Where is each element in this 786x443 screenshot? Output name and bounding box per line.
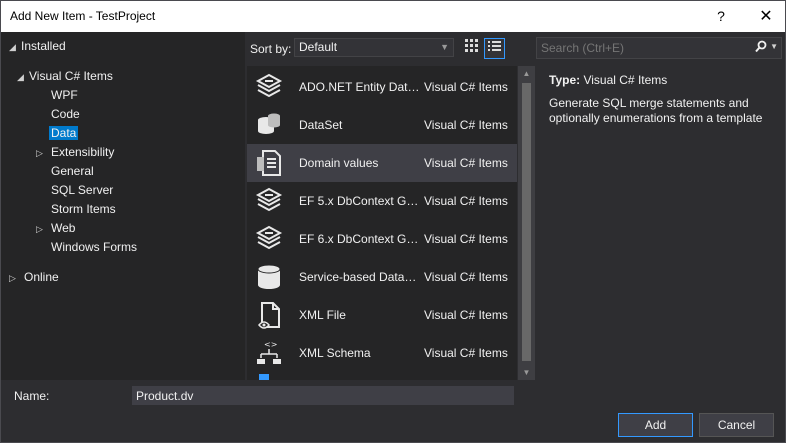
database-icon <box>257 264 281 289</box>
type-value: Visual C# Items <box>583 73 668 87</box>
tree-item-general[interactable]: General <box>51 162 94 181</box>
item-name: ADO.NET Entity Data Model <box>299 80 423 94</box>
item-name: Service-based Database <box>299 270 423 284</box>
search-box[interactable]: ▼ <box>536 37 782 59</box>
item-category: Visual C# Items <box>424 80 508 94</box>
entity-icon <box>255 73 283 98</box>
list-scrollbar[interactable]: ▲ ▼ <box>518 66 535 380</box>
help-button[interactable]: ? <box>701 1 741 32</box>
tree-item-wpf[interactable]: WPF <box>51 86 78 105</box>
item-category: Visual C# Items <box>424 308 508 322</box>
list-item[interactable]: <> XML Schema Visual C# Items <box>247 334 517 372</box>
search-icon[interactable] <box>755 40 767 56</box>
list-item[interactable]: Service-based Database Visual C# Items <box>247 258 517 296</box>
expanded-arrow-icon[interactable]: ◢ <box>9 38 21 57</box>
list-item[interactable]: DataSet Visual C# Items <box>247 106 517 144</box>
item-name: XML File <box>299 308 346 322</box>
item-category: Visual C# Items <box>424 270 508 284</box>
entity-icon <box>255 187 283 212</box>
partial-item-icon <box>259 374 269 380</box>
dataset-icon <box>258 113 280 134</box>
tree-item-sql-server[interactable]: SQL Server <box>51 181 113 200</box>
item-category: Visual C# Items <box>424 346 508 360</box>
add-button[interactable]: Add <box>618 413 693 437</box>
name-label: Name: <box>14 389 50 403</box>
scroll-down-icon[interactable]: ▼ <box>518 368 535 377</box>
title-bar: Add New Item - TestProject ? ✕ <box>1 1 785 32</box>
detail-description: Generate SQL merge statements and option… <box>549 96 763 125</box>
template-tree: ◢ Installed ◢ Visual C# Items WPF Code Dat… <box>1 32 245 380</box>
tree-item-storm-items[interactable]: Storm Items <box>51 200 116 219</box>
tree-item-online[interactable]: ▷ Online <box>9 268 59 287</box>
document-icon <box>257 150 281 176</box>
item-name: Domain values <box>299 156 379 170</box>
list-view-button[interactable] <box>484 38 505 59</box>
sort-by-label: Sort by: <box>250 42 292 56</box>
tree-item-visual-cs[interactable]: ◢ Visual C# Items <box>17 67 113 86</box>
scroll-up-icon[interactable]: ▲ <box>518 69 535 78</box>
tree-item-windows-forms[interactable]: Windows Forms <box>51 238 137 257</box>
list-item[interactable]: ADO.NET Entity Data Model Visual C# Item… <box>247 68 517 106</box>
item-name: XML Schema <box>299 346 371 360</box>
collapsed-arrow-icon[interactable]: ▷ <box>36 144 51 163</box>
type-label: Type: <box>549 73 581 87</box>
name-input[interactable] <box>132 386 514 405</box>
item-category: Visual C# Items <box>424 194 508 208</box>
tree-item-extensibility[interactable]: ▷ Extensibility <box>36 143 114 162</box>
entity-icon <box>255 225 283 250</box>
tree-item-installed[interactable]: ◢ Installed <box>9 37 66 56</box>
tree-item-code[interactable]: Code <box>51 105 80 124</box>
item-name: EF 5.x DbContext Generator <box>299 194 423 208</box>
chevron-down-icon: ▼ <box>440 42 449 52</box>
item-category: Visual C# Items <box>424 232 508 246</box>
collapsed-arrow-icon[interactable]: ▷ <box>9 269 24 288</box>
search-input[interactable] <box>537 38 747 58</box>
window-title: Add New Item - TestProject <box>10 9 156 23</box>
svg-text:<>: <> <box>264 340 277 349</box>
xml-file-icon <box>258 302 280 329</box>
item-name: EF 6.x DbContext Generator <box>299 232 423 246</box>
item-name: DataSet <box>299 118 343 132</box>
scrollbar-thumb[interactable] <box>522 83 531 361</box>
item-category: Visual C# Items <box>424 156 508 170</box>
search-options-chevron-icon[interactable]: ▼ <box>770 42 778 51</box>
list-item[interactable]: XML File Visual C# Items <box>247 296 517 334</box>
cancel-button[interactable]: Cancel <box>699 413 774 437</box>
list-view-icon <box>488 41 501 51</box>
close-button[interactable]: ✕ <box>746 1 786 32</box>
list-item[interactable]: EF 6.x DbContext Generator Visual C# Ite… <box>247 220 517 258</box>
tree-item-data[interactable]: Data <box>49 124 79 143</box>
tree-item-web[interactable]: ▷ Web <box>36 219 75 238</box>
small-icons-view-button[interactable] <box>461 38 482 59</box>
expanded-arrow-icon[interactable]: ◢ <box>17 68 29 87</box>
sort-value: Default <box>299 40 338 54</box>
list-item-selected[interactable]: Domain values Visual C# Items <box>247 144 517 182</box>
item-category: Visual C# Items <box>424 118 508 132</box>
detail-type: Type: Visual C# Items <box>549 73 667 87</box>
grid-view-icon <box>465 39 478 52</box>
add-new-item-dialog: Add New Item - TestProject ? ✕ ◢ Installe… <box>0 0 786 443</box>
xml-schema-icon: <> <box>257 340 281 364</box>
sort-dropdown[interactable]: Default ▼ <box>294 38 454 57</box>
template-list: ADO.NET Entity Data Model Visual C# Item… <box>247 66 517 380</box>
collapsed-arrow-icon[interactable]: ▷ <box>36 220 51 239</box>
list-item[interactable]: EF 5.x DbContext Generator Visual C# Ite… <box>247 182 517 220</box>
